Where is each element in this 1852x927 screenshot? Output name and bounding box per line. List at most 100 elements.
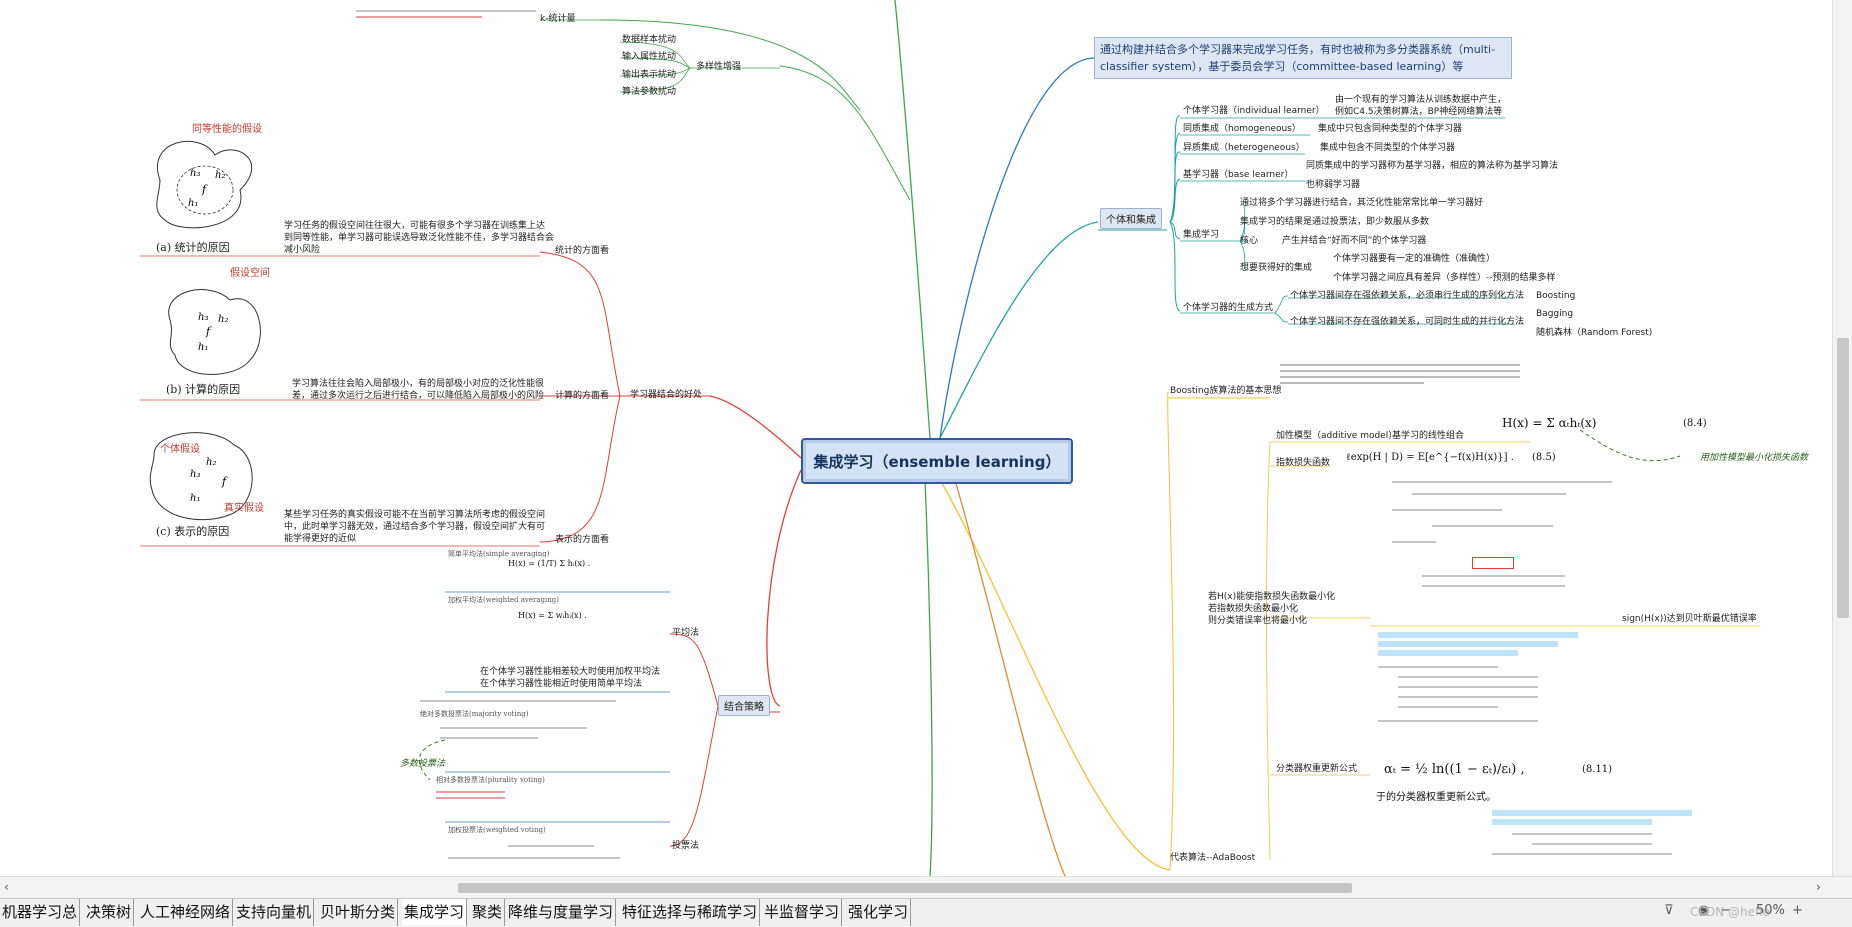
node-heterogeneous-desc[interactable]: 集成中包含不同类型的个体学习器 xyxy=(1320,142,1455,154)
node-homogeneous-desc[interactable]: 集成中只包含同种类型的个体学习器 xyxy=(1318,123,1462,135)
node-el-good-1[interactable]: 个体学习器要有一定的准确性（准确性） xyxy=(1333,253,1495,265)
repr-desc-2[interactable]: 中，此时单学习器无效，通过结合多个学习器，假设空间扩大有可 xyxy=(284,521,545,533)
stat-desc-3[interactable]: 减小风险 xyxy=(284,244,320,256)
node-repr[interactable]: 表示的方面看 xyxy=(555,534,609,546)
svg-text:f: f xyxy=(221,475,228,488)
node-generation[interactable]: 个体学习器的生成方式 xyxy=(1183,302,1273,314)
node-exp-loss[interactable]: 指数损失函数 xyxy=(1276,457,1330,469)
node-adaboost[interactable]: 代表算法--AdaBoost xyxy=(1170,852,1255,864)
tab-ensemble-learning[interactable]: 集成学习 xyxy=(402,899,468,926)
node-individual-learner-desc[interactable]: 由一个现有的学习算法从训练数据中产生， xyxy=(1335,94,1506,106)
stat-desc-1[interactable]: 学习任务的假设空间往往很大，可能有很多个学习器在训练集上达 xyxy=(284,220,545,232)
tab-clustering[interactable]: 聚类 xyxy=(470,899,506,926)
repr-desc-1[interactable]: 某些学习任务的真实假设可能不在当前学习算法所考虑的假设空间 xyxy=(284,509,545,521)
zoom-in-icon[interactable]: + xyxy=(1792,903,1803,918)
diversity-item-2[interactable]: 输出表示扰动 xyxy=(622,69,676,81)
node-kstat[interactable]: k-统计量 xyxy=(540,13,575,25)
node-stat[interactable]: 统计的方面看 xyxy=(555,245,609,257)
svg-text:f: f xyxy=(205,325,212,338)
scroll-right-icon[interactable]: › xyxy=(1816,880,1821,894)
node-el-core[interactable]: 核心 xyxy=(1240,235,1258,247)
topic-combine-strategy[interactable]: 结合策略 xyxy=(718,695,770,716)
node-min-loss[interactable]: 若H(x)能使指数损失函数最小化 xyxy=(1208,591,1335,603)
tab-ml-overview[interactable]: 机器学习总 xyxy=(0,899,81,926)
node-comp[interactable]: 计算的方面看 xyxy=(555,390,609,402)
node-gen-1[interactable]: 个体学习器间存在强依赖关系，必须串行生成的序列化方法 xyxy=(1290,290,1524,302)
node-boosting[interactable]: Boosting xyxy=(1536,290,1575,302)
node-benefit[interactable]: 学习器结合的好处 xyxy=(630,389,702,401)
node-el-good-2[interactable]: 个体学习器之间应具有差异（多样性）--预测的结果多样 xyxy=(1333,272,1556,284)
horizontal-scrollbar[interactable]: ‹ › xyxy=(0,876,1852,899)
node-averaging[interactable]: 平均法 xyxy=(672,627,699,639)
node-base-learner-desc[interactable]: 同质集成中的学习器称为基学习器，相应的算法称为基学习算法 xyxy=(1306,160,1558,172)
tab-bayes[interactable]: 贝叶斯分类 xyxy=(318,899,399,926)
figure-statistical: h₃ h₂ f h₁ xyxy=(156,140,253,229)
diversity-item-3[interactable]: 算法参数扰动 xyxy=(622,86,676,98)
sheet-tab-bar: 机器学习总 决策树 人工神经网络 支持向量机 贝叶斯分类 集成学习 聚类 降维与… xyxy=(0,898,1852,927)
node-exp-note: 用加性模型最小化损失函数 xyxy=(1700,453,1809,463)
node-gen-2[interactable]: 个体学习器间不存在强依赖关系，可同时生成的并行化方法 xyxy=(1290,316,1524,328)
root-topic[interactable]: 集成学习（ensemble learning） xyxy=(801,438,1073,484)
node-individual-learner[interactable]: 个体学习器（individual learner） xyxy=(1183,105,1325,117)
fig-a-note: 同等性能的假设 xyxy=(192,124,262,135)
kstat-doc-image xyxy=(356,0,536,28)
avg-note-1[interactable]: 在个体学习器性能相差较大时使用加权平均法 xyxy=(480,666,660,678)
node-el-good[interactable]: 想要获得好的集成 xyxy=(1240,262,1312,274)
tab-semi-supervised[interactable]: 半监督学习 xyxy=(762,899,843,926)
node-bagging[interactable]: Bagging xyxy=(1536,308,1573,320)
node-heterogeneous[interactable]: 异质集成（heterogeneous） xyxy=(1183,142,1305,154)
tab-svm[interactable]: 支持向量机 xyxy=(234,899,315,926)
node-sign[interactable]: sign(H(x))达到贝叶斯最优错误率 xyxy=(1622,613,1757,625)
node-min-loss3[interactable]: 则分类错误率也将最小化 xyxy=(1208,615,1307,627)
node-additive-desc[interactable]: 基学习的线性组合 xyxy=(1392,430,1464,442)
scroll-left-icon[interactable]: ‹ xyxy=(4,880,9,894)
definition-callout[interactable]: 通过构建并结合多个学习器来完成学习任务，有时也被称为多分类器系统（multi-c… xyxy=(1094,37,1512,79)
avg-note-2[interactable]: 在个体学习器性能相近时使用简单平均法 xyxy=(480,678,642,690)
node-el-1[interactable]: 通过将多个学习器进行结合，其泛化性能常常比单一学习器好 xyxy=(1240,197,1483,209)
node-voting[interactable]: 投票法 xyxy=(672,840,699,852)
stat-desc-2[interactable]: 到同等性能，单学习器可能误选导致泛化性能不佳，多学习器结合会 xyxy=(284,232,554,244)
node-base-learner-desc2[interactable]: 也称弱学习器 xyxy=(1306,179,1360,191)
svg-text:h₂: h₂ xyxy=(215,170,225,181)
formula-8-5: ℓexp(H | D) = E[e^{−f(x)H(x)}] . xyxy=(1346,452,1514,463)
node-boosting-idea[interactable]: Boosting族算法的基本思想 xyxy=(1170,385,1281,397)
weight-note: 于的分类器权重更新公式。 xyxy=(1376,792,1496,803)
tab-decision-tree[interactable]: 决策树 xyxy=(84,899,135,926)
tab-reinforcement[interactable]: 强化学习 xyxy=(846,899,912,926)
tab-neural-network[interactable]: 人工神经网络 xyxy=(138,899,234,926)
comp-desc-1[interactable]: 学习算法往往会陷入局部极小，有的局部极小对应的泛化性能很 xyxy=(292,378,544,390)
node-min-loss2[interactable]: 若指数损失函数最小化 xyxy=(1208,603,1298,615)
horizontal-scroll-thumb[interactable] xyxy=(458,883,1352,893)
svg-text:h₃: h₃ xyxy=(198,312,208,323)
node-homogeneous[interactable]: 同质集成（homogeneous） xyxy=(1183,123,1301,135)
svg-text:f: f xyxy=(201,183,208,196)
svg-text:h₂: h₂ xyxy=(206,457,216,468)
formula-8-5-tag: (8.5) xyxy=(1532,452,1556,463)
node-weight-update[interactable]: 分类器权重更新公式 xyxy=(1276,763,1357,775)
vertical-scroll-thumb[interactable] xyxy=(1837,338,1849,618)
majority-vote-doc: 绝对多数投票法(majority voting) xyxy=(420,696,665,772)
repr-desc-3[interactable]: 能学得更好的近似 xyxy=(284,533,356,545)
tab-dimensionality[interactable]: 降维与度量学习 xyxy=(506,899,617,926)
node-random-forest[interactable]: 随机森林（Random Forest) xyxy=(1536,327,1652,339)
plurality-vote-doc: 相对多数投票法(plurality voting) xyxy=(436,776,666,820)
tab-feature-selection[interactable]: 特征选择与稀疏学习 xyxy=(620,899,761,926)
diversity-item-1[interactable]: 输入属性扰动 xyxy=(622,51,676,63)
diversity-item-0[interactable]: 数据样本扰动 xyxy=(622,34,676,46)
boosting-idea-doc-image xyxy=(1280,358,1520,398)
node-el-core-desc[interactable]: 产生并结合“好而不同”的个体学习器 xyxy=(1282,235,1426,247)
figure-computational: h₃ h₂ f h₁ xyxy=(168,289,261,375)
node-additive-model[interactable]: 加性模型（additive model） xyxy=(1276,430,1397,442)
formula-8-11-tag: (8.11) xyxy=(1582,764,1613,775)
node-individual-learner-desc2[interactable]: 例如C4.5决策树算法，BP神经网络算法等 xyxy=(1335,106,1502,118)
vertical-scrollbar[interactable] xyxy=(1832,0,1852,876)
node-ensemble-learning[interactable]: 集成学习 xyxy=(1183,229,1219,241)
topic-individual-and-ensemble[interactable]: 个体和集成 xyxy=(1100,208,1162,229)
node-diversity[interactable]: 多样性增强 xyxy=(696,61,741,73)
node-base-learner[interactable]: 基学习器（base learner） xyxy=(1183,169,1293,181)
filter-icon[interactable]: ⊽ xyxy=(1664,903,1674,918)
formula-8-4: H(x) = Σ αₜhₜ(x) xyxy=(1502,416,1597,430)
mindmap-canvas[interactable]: 集成学习（ensemble learning） 通过构建并结合多个学习器来完成学… xyxy=(0,0,1852,876)
node-el-2[interactable]: 集成学习的结果是通过投票法，即少数服从多数 xyxy=(1240,216,1429,228)
comp-desc-2[interactable]: 差，通过多次运行之后进行结合，可以降低陷入局部极小的风险 xyxy=(292,390,544,402)
